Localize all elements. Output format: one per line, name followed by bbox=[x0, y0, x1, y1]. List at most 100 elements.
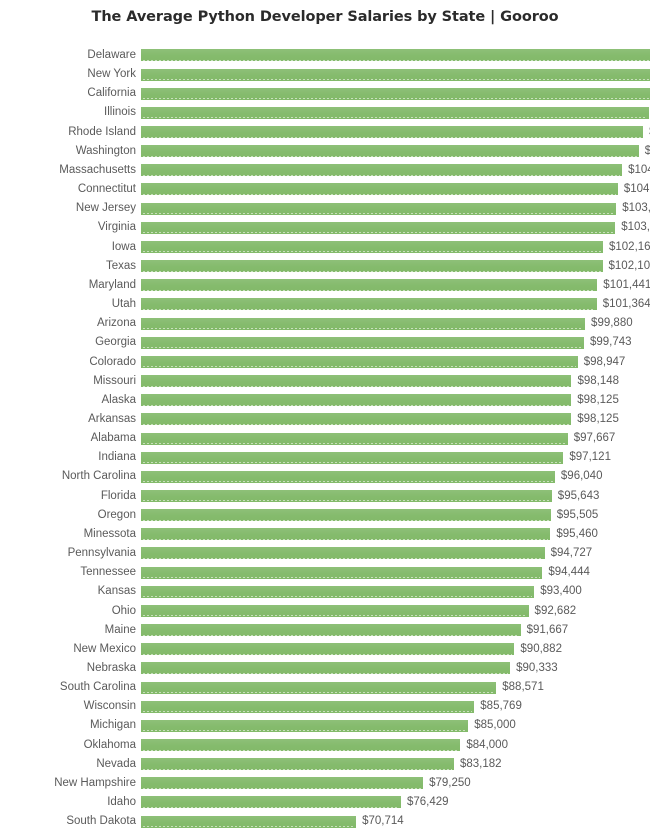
category-label: Pennsylvania bbox=[67, 547, 136, 560]
bar[interactable] bbox=[141, 240, 603, 253]
category-label: Texas bbox=[105, 259, 136, 272]
category-label: Maryland bbox=[88, 278, 136, 291]
bar-row: Utah $101,364 bbox=[0, 295, 650, 314]
value-label: $91,667 bbox=[526, 623, 569, 636]
bar[interactable] bbox=[141, 624, 521, 637]
bar-track: $98,947 bbox=[141, 353, 650, 372]
bar-track: $94,727 bbox=[141, 544, 650, 563]
bar[interactable] bbox=[141, 145, 639, 158]
category-label: Massachusetts bbox=[59, 163, 136, 176]
bar-row: New Hampshire $79,250 bbox=[0, 774, 650, 793]
value-label: $103,719 bbox=[621, 221, 650, 234]
bar-row: Pennsylvania $94,727 bbox=[0, 544, 650, 563]
value-label: $83,182 bbox=[459, 757, 502, 770]
chart-container: The Average Python Developer Salaries by… bbox=[0, 0, 650, 832]
bar[interactable] bbox=[141, 164, 623, 177]
bar-track: $85,000 bbox=[141, 716, 650, 735]
category-label: California bbox=[87, 87, 136, 100]
bar[interactable] bbox=[141, 719, 469, 732]
bar[interactable] bbox=[141, 413, 572, 426]
category-label: North Carolina bbox=[61, 470, 136, 483]
bar-row: North Carolina $96,040 bbox=[0, 467, 650, 486]
bar[interactable] bbox=[141, 336, 584, 349]
bar[interactable] bbox=[141, 279, 598, 292]
bar[interactable] bbox=[141, 394, 572, 407]
bar[interactable] bbox=[141, 106, 650, 119]
value-label: $103,850 bbox=[622, 202, 650, 215]
value-label: $96,040 bbox=[560, 470, 603, 483]
value-label: $79,250 bbox=[429, 776, 471, 789]
value-label: $98,125 bbox=[577, 412, 619, 425]
value-label: $98,125 bbox=[577, 393, 619, 406]
bar-row: South Dakota $70,714 bbox=[0, 812, 650, 831]
bar[interactable] bbox=[141, 509, 551, 522]
bar[interactable] bbox=[141, 547, 545, 560]
category-label: Oregon bbox=[97, 508, 136, 521]
category-label: Oklahoma bbox=[83, 738, 136, 751]
bar-track: $99,743 bbox=[141, 333, 650, 352]
bar[interactable] bbox=[141, 604, 529, 617]
bar-row: Oklahoma $84,000 bbox=[0, 736, 650, 755]
value-label: $92,682 bbox=[534, 604, 577, 617]
bar[interactable] bbox=[141, 739, 461, 752]
bar[interactable] bbox=[141, 375, 572, 388]
bar[interactable] bbox=[141, 662, 511, 675]
bar[interactable] bbox=[141, 126, 644, 139]
bar-row: Arkansas $98,125 bbox=[0, 410, 650, 429]
category-label: Indiana bbox=[98, 451, 136, 464]
bar-track: $70,714 bbox=[141, 812, 650, 831]
category-label: Georgia bbox=[95, 336, 136, 349]
bar[interactable] bbox=[141, 260, 603, 273]
bar[interactable] bbox=[141, 202, 617, 215]
bar-track: $91,667 bbox=[141, 621, 650, 640]
value-label: $98,148 bbox=[577, 374, 620, 387]
bar[interactable] bbox=[141, 528, 551, 541]
category-label: New York bbox=[87, 68, 136, 81]
value-label: $94,444 bbox=[548, 566, 590, 579]
bar[interactable] bbox=[141, 796, 401, 809]
bar[interactable] bbox=[141, 298, 597, 311]
category-label: Alaska bbox=[101, 393, 136, 406]
bar-track: $94,444 bbox=[141, 563, 650, 582]
bar[interactable] bbox=[141, 566, 543, 579]
bar[interactable] bbox=[141, 49, 650, 62]
bar[interactable] bbox=[141, 183, 618, 196]
category-label: Colorado bbox=[89, 355, 136, 368]
bar[interactable] bbox=[141, 681, 497, 694]
category-label: South Dakota bbox=[66, 815, 136, 828]
bar[interactable] bbox=[141, 489, 552, 502]
category-label: Michigan bbox=[89, 719, 136, 732]
bar[interactable] bbox=[141, 355, 578, 368]
bar[interactable] bbox=[141, 317, 586, 330]
bar-track: $97,121 bbox=[141, 448, 650, 467]
bar-row: Florida $95,643 bbox=[0, 487, 650, 506]
category-label: Arkansas bbox=[88, 412, 136, 425]
bar-row: Virginia $103,719 bbox=[0, 218, 650, 237]
bar[interactable] bbox=[141, 643, 515, 656]
value-label: $98,947 bbox=[583, 355, 626, 368]
bar-track: $104,596 bbox=[141, 161, 650, 180]
category-label: Wisconsin bbox=[83, 700, 136, 713]
bar-row: Tennessee $94,444 bbox=[0, 563, 650, 582]
category-label: New Mexico bbox=[73, 642, 136, 655]
bar[interactable] bbox=[141, 470, 555, 483]
category-label: Tennessee bbox=[80, 566, 136, 579]
bar[interactable] bbox=[141, 87, 650, 100]
bar[interactable] bbox=[141, 585, 535, 598]
bar[interactable] bbox=[141, 815, 357, 828]
bar[interactable] bbox=[141, 777, 424, 790]
value-label: $104,063 bbox=[623, 183, 650, 196]
bar[interactable] bbox=[141, 68, 650, 81]
bar[interactable] bbox=[141, 700, 475, 713]
bar[interactable] bbox=[141, 758, 454, 771]
value-label: $102,105 bbox=[608, 259, 650, 272]
bar[interactable] bbox=[141, 451, 564, 464]
value-label: $106,720 bbox=[644, 144, 650, 157]
value-label: $101,441 bbox=[603, 278, 650, 291]
bar[interactable] bbox=[141, 221, 616, 234]
bar-row: Massachusetts $104,596 bbox=[0, 161, 650, 180]
chart-title: The Average Python Developer Salaries by… bbox=[91, 9, 559, 25]
bar-row: New York $113,901 bbox=[0, 65, 650, 84]
value-label: $90,882 bbox=[520, 642, 562, 655]
bar[interactable] bbox=[141, 432, 568, 445]
